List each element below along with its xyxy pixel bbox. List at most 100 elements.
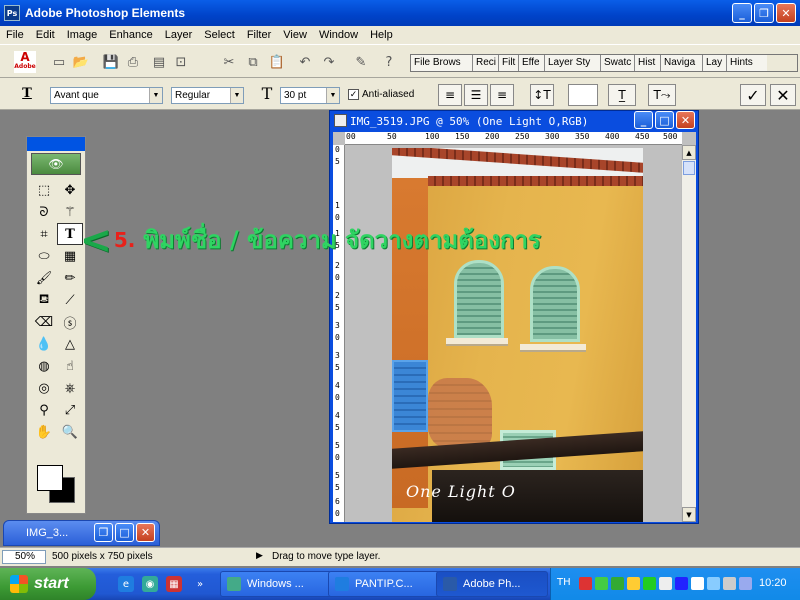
move-tool-icon[interactable]: ✥ <box>57 179 83 201</box>
palette-filters[interactable]: Filt <box>499 55 519 71</box>
maximize-button[interactable]: □ <box>655 111 674 129</box>
cancel-button[interactable]: ✕ <box>770 84 796 106</box>
sponge-tool-icon[interactable]: ◍ <box>31 355 57 377</box>
hand-tool-icon[interactable]: ✋ <box>31 421 57 443</box>
zoom-tool-icon[interactable]: 🔍 <box>57 421 83 443</box>
menu-layer[interactable]: Layer <box>159 29 199 41</box>
menu-help[interactable]: Help <box>364 29 399 41</box>
align-left-button[interactable]: ≡ <box>438 84 462 106</box>
document-canvas-area[interactable]: 00 50 100 150 200 250 300 350 400 450 50… <box>333 132 696 522</box>
close-button[interactable]: ✕ <box>776 3 796 23</box>
menu-edit[interactable]: Edit <box>30 29 61 41</box>
task-windows[interactable]: Windows ... <box>220 571 332 597</box>
internet-explorer-icon[interactable]: e <box>118 576 134 592</box>
start-button[interactable]: start <box>0 568 96 600</box>
photo-image[interactable]: One Light O <box>392 148 643 522</box>
save-icon[interactable]: 💾 <box>102 53 120 71</box>
shape-tool-icon[interactable]: ⬭ <box>31 245 57 267</box>
foreground-color-swatch[interactable] <box>37 465 63 491</box>
font-family-select[interactable]: Avant que ▼ <box>50 87 163 104</box>
pen-tray-icon[interactable] <box>707 577 720 590</box>
font-size-select[interactable]: 30 pt ▼ <box>280 87 340 104</box>
text-style-button[interactable]: T̲ <box>608 84 636 106</box>
zoom-level-field[interactable]: 50% <box>2 550 46 564</box>
open-folder-icon[interactable]: 📂 <box>72 53 90 71</box>
palette-layer-styles[interactable]: Layer Sty <box>545 55 601 71</box>
media-icon[interactable]: ▦ <box>166 576 182 592</box>
menu-window[interactable]: Window <box>313 29 364 41</box>
menu-select[interactable]: Select <box>198 29 241 41</box>
print-preview-icon[interactable]: ▤ <box>150 53 168 71</box>
palette-file-browser[interactable]: File Brows <box>411 55 473 71</box>
commit-button[interactable]: ✓ <box>740 84 766 106</box>
menu-enhance[interactable]: Enhance <box>103 29 158 41</box>
minimize-button[interactable]: _ <box>634 111 653 129</box>
menu-filter[interactable]: Filter <box>241 29 277 41</box>
scroll-down-icon[interactable]: ▼ <box>682 507 696 522</box>
align-right-button[interactable]: ≡ <box>490 84 514 106</box>
menu-view[interactable]: View <box>277 29 313 41</box>
palette-layers[interactable]: Lay <box>703 55 727 71</box>
brush-tool-icon[interactable]: 🖌 <box>31 267 57 289</box>
stamp-tool-icon[interactable]: ⚲ <box>31 399 57 421</box>
language-indicator[interactable]: TH <box>557 577 571 588</box>
maximize-button[interactable]: □ <box>115 523 134 542</box>
type-tool-preset-icon[interactable]: T <box>18 84 36 102</box>
leading-button[interactable]: ↕T <box>530 84 554 106</box>
safely-remove-icon[interactable] <box>723 577 736 590</box>
help-icon[interactable]: ? <box>380 53 398 71</box>
print-icon[interactable]: ⎙ <box>124 53 142 71</box>
adobe-logo-icon[interactable]: A Adobe <box>14 51 36 73</box>
status-menu-arrow-icon[interactable]: ▶ <box>256 550 263 561</box>
eyedropper-tool-alt-icon[interactable]: ⟋ <box>57 289 83 311</box>
crop-tool-icon[interactable]: ⌗ <box>31 223 57 245</box>
palette-hints[interactable]: Hints <box>727 55 767 71</box>
restore-button[interactable]: ❐ <box>94 523 113 542</box>
media-player-tray-icon[interactable] <box>675 577 688 590</box>
menu-file[interactable]: File <box>0 29 30 41</box>
cut-icon[interactable]: ✂ <box>220 53 238 71</box>
marquee-tool-icon[interactable]: ⬚ <box>31 179 57 201</box>
task-pantip[interactable]: PANTIP.C... <box>328 571 440 597</box>
toolbox-title-bar[interactable] <box>27 137 85 151</box>
messenger-tray-icon[interactable] <box>627 577 640 590</box>
copy-icon[interactable]: ⧉ <box>244 53 262 71</box>
system-clock[interactable]: 10:20 <box>759 577 787 589</box>
palette-navigator[interactable]: Naviga <box>661 55 703 71</box>
vertical-scrollbar[interactable]: ▲ ▼ <box>681 145 696 522</box>
new-file-icon[interactable]: ▭ <box>50 53 68 71</box>
palette-effects[interactable]: Effe <box>519 55 545 71</box>
type-layer-text[interactable]: One Light O <box>406 482 516 501</box>
art-history-brush-icon[interactable]: ⓢ <box>57 311 83 333</box>
smudge-tool-icon[interactable]: ☝ <box>57 355 83 377</box>
eyedropper-tool-icon[interactable]: ⤢ <box>57 399 83 421</box>
bluetooth-icon[interactable] <box>659 577 672 590</box>
anti-aliased-checkbox[interactable]: ✓ Anti-aliased <box>348 89 414 100</box>
minimize-button[interactable]: _ <box>732 3 752 23</box>
security-icon[interactable] <box>579 577 592 590</box>
paint-bucket-tool-icon[interactable]: ⛾ <box>31 289 57 311</box>
sharpen-tool-icon[interactable]: △ <box>57 333 83 355</box>
red-eye-tool-icon[interactable]: ◎ <box>31 377 57 399</box>
close-button[interactable]: ✕ <box>136 523 155 542</box>
font-style-select[interactable]: Regular ▼ <box>171 87 244 104</box>
text-color-swatch[interactable] <box>568 84 598 106</box>
network-icon[interactable] <box>595 577 608 590</box>
lasso-tool-icon[interactable]: ᘐ <box>31 201 57 223</box>
play-tray-icon[interactable] <box>643 577 656 590</box>
preview-icon[interactable]: ⊡ <box>172 53 190 71</box>
restore-button[interactable]: ❐ <box>754 3 774 23</box>
scroll-thumb[interactable] <box>683 161 695 175</box>
task-adobe-photoshop[interactable]: Adobe Ph... <box>436 571 548 597</box>
scroll-up-icon[interactable]: ▲ <box>682 145 696 160</box>
undo-icon[interactable]: ↶ <box>296 53 314 71</box>
display-tray-icon[interactable] <box>691 577 704 590</box>
align-center-button[interactable]: ☰ <box>464 84 488 106</box>
close-button[interactable]: ✕ <box>676 111 695 129</box>
clone-stamp-tool-icon[interactable]: ⎈ <box>57 377 83 399</box>
step-by-step-icon[interactable]: ✎ <box>352 53 370 71</box>
antivirus-tray-icon[interactable] <box>739 577 752 590</box>
palette-recipes[interactable]: Reci <box>473 55 499 71</box>
palette-history[interactable]: Hist <box>635 55 661 71</box>
volume-icon[interactable] <box>611 577 624 590</box>
